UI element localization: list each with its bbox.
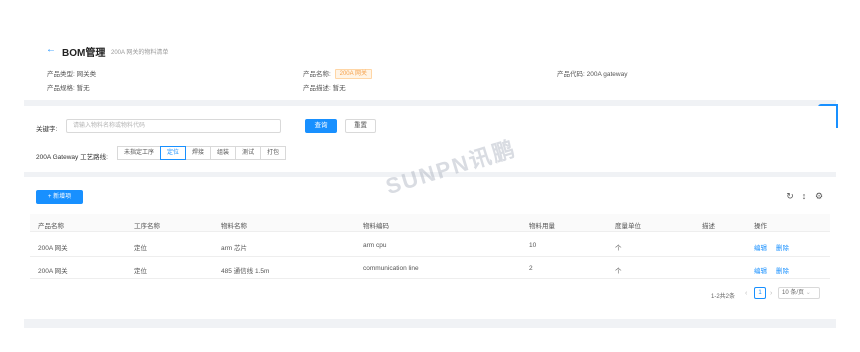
product-desc-label: 产品描述: [303,85,331,92]
route-step-packing[interactable]: 打包 [260,146,287,160]
delete-link[interactable]: 删除 [776,265,789,275]
product-spec-label: 产品规格: [47,85,75,92]
col-material-code: 物料编码 [363,223,389,230]
keyword-label: 关键字: [36,126,58,133]
page-size-value: 10 条/页 [782,290,805,296]
refresh-icon[interactable]: ↻ [785,191,795,201]
product-name-tag: 200A 网关 [334,69,372,80]
route-step-welding[interactable]: 焊接 [185,146,212,160]
row-divider [30,278,830,279]
cell-product: 200A 网关 [38,245,68,252]
route-step-assembly[interactable]: 组装 [210,146,237,160]
route-step-positioning[interactable]: 定位 [160,146,187,160]
cell-material: arm 芯片 [221,245,247,252]
product-spec-field: 产品规格: 暂无 [47,82,90,92]
edit-link[interactable]: 编辑 [754,265,767,275]
product-type-field: 产品类型: 网关类 [47,68,96,78]
product-name-label: 产品名称: [303,71,331,78]
col-product-name: 产品名称 [38,223,64,230]
route-step-unassigned[interactable]: 未指定工序 [117,146,162,160]
chevron-down-icon: ⌄ [805,290,811,296]
product-info-card [24,28,836,100]
delete-link[interactable]: 删除 [776,242,789,252]
column-height-icon[interactable]: ↕ [799,191,809,201]
cell-process: 定位 [134,268,147,275]
cell-unit: 个 [615,245,622,252]
product-code-value: 200A gateway [586,71,628,78]
cell-qty: 2 [529,265,533,272]
col-material-qty: 物料用量 [529,223,555,230]
cell-product: 200A 网关 [38,268,68,275]
product-desc-field: 产品描述: 暂无 [303,82,346,92]
add-item-button[interactable]: + 新增项 [36,190,83,204]
query-button[interactable]: 查询 [305,119,337,133]
col-unit: 度量单位 [615,223,641,230]
col-actions: 操作 [754,223,767,230]
route-step-group: 未指定工序 定位 焊接 组装 测试 打包 [117,146,287,160]
col-process-name: 工序名称 [134,223,160,230]
product-desc-value: 暂无 [332,85,346,92]
cell-code: communication line [363,265,419,272]
route-label: 200A Gateway 工艺路线: [36,154,108,161]
table-settings-icon[interactable]: ⚙ [814,191,824,201]
next-page-icon[interactable]: › [770,290,772,297]
pagination-total: 1-2共2条 [711,294,736,300]
back-arrow-icon[interactable]: ← [46,45,56,55]
cell-process: 定位 [134,245,147,252]
edit-link[interactable]: 编辑 [754,242,767,252]
product-spec-value: 暂无 [76,85,90,92]
col-description: 描述 [702,223,715,230]
product-code-field: 产品代码: 200A gateway [557,68,627,78]
product-name-field: 产品名称: 200A 网关 [303,68,372,80]
product-code-label: 产品代码: [557,71,585,78]
reset-button[interactable]: 重置 [345,119,376,133]
product-type-label: 产品类型: [47,71,75,78]
cell-material: 485 通信线 1.5m [221,268,270,275]
page-size-select[interactable]: 10 条/页 ⌄ [778,287,820,299]
cell-qty: 10 [529,242,537,249]
keyword-input[interactable] [66,119,281,133]
col-material-name: 物料名称 [221,223,247,230]
cell-unit: 个 [615,268,622,275]
cell-code: arm cpu [363,242,387,249]
page-title: BOM管理 [62,48,106,59]
prev-page-icon[interactable]: ‹ [745,290,747,297]
product-type-value: 网关类 [76,71,97,78]
row-divider [30,256,830,257]
page-subtitle: 200A 网关的物料清单 [111,50,169,56]
current-page-button[interactable]: 1 [754,287,766,299]
route-step-testing[interactable]: 测试 [235,146,262,160]
